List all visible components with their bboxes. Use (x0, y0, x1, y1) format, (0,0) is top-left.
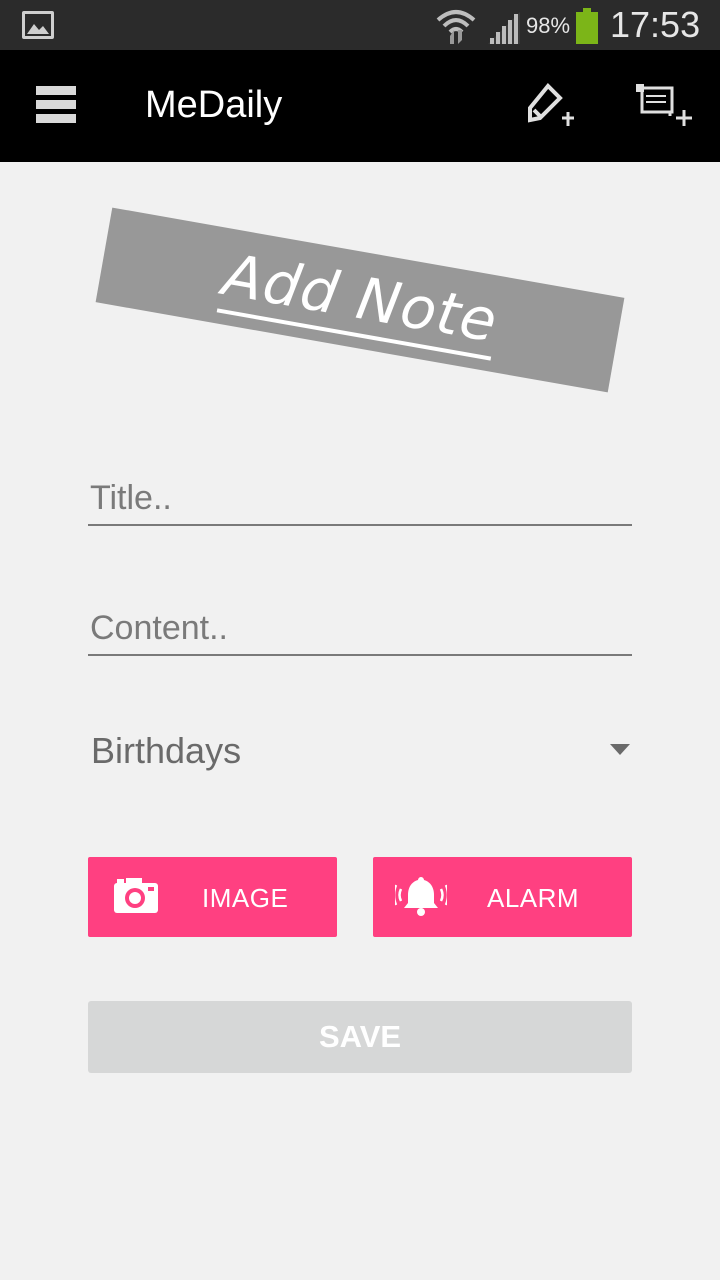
app-title: MeDaily (145, 84, 283, 126)
signal-icon (488, 12, 520, 44)
image-button[interactable]: IMAGE (88, 857, 337, 937)
edit-add-icon[interactable] (524, 80, 576, 132)
drawer-menu-icon[interactable] (36, 86, 76, 124)
wifi-icon (436, 10, 476, 44)
alarm-button[interactable]: ALARM (373, 857, 632, 937)
category-selected: Birthdays (91, 730, 242, 771)
alarm-button-label: ALARM (487, 883, 580, 913)
category-spinner[interactable]: Birthdays (88, 720, 632, 784)
banner-title: Add Note (217, 239, 503, 361)
image-button-label: IMAGE (202, 883, 289, 913)
battery-icon (576, 8, 598, 44)
content-input[interactable] (88, 602, 632, 654)
add-note-banner: Add Note (95, 207, 625, 393)
battery-percent: 98% (526, 13, 571, 38)
dropdown-arrow-icon (610, 744, 630, 755)
status-bar: 98% 17:53 (0, 0, 720, 50)
gallery-icon (22, 11, 54, 39)
note-add-icon[interactable] (634, 80, 694, 132)
content-field-container (88, 602, 632, 656)
title-field-container (88, 472, 632, 526)
title-input[interactable] (88, 472, 632, 524)
save-button[interactable]: SAVE (88, 1001, 632, 1073)
bell-ringing-icon (395, 877, 447, 916)
clock: 17:53 (610, 4, 701, 45)
camera-icon (114, 878, 158, 913)
action-bar: MeDaily (0, 50, 720, 162)
save-button-label: SAVE (318, 1019, 402, 1054)
